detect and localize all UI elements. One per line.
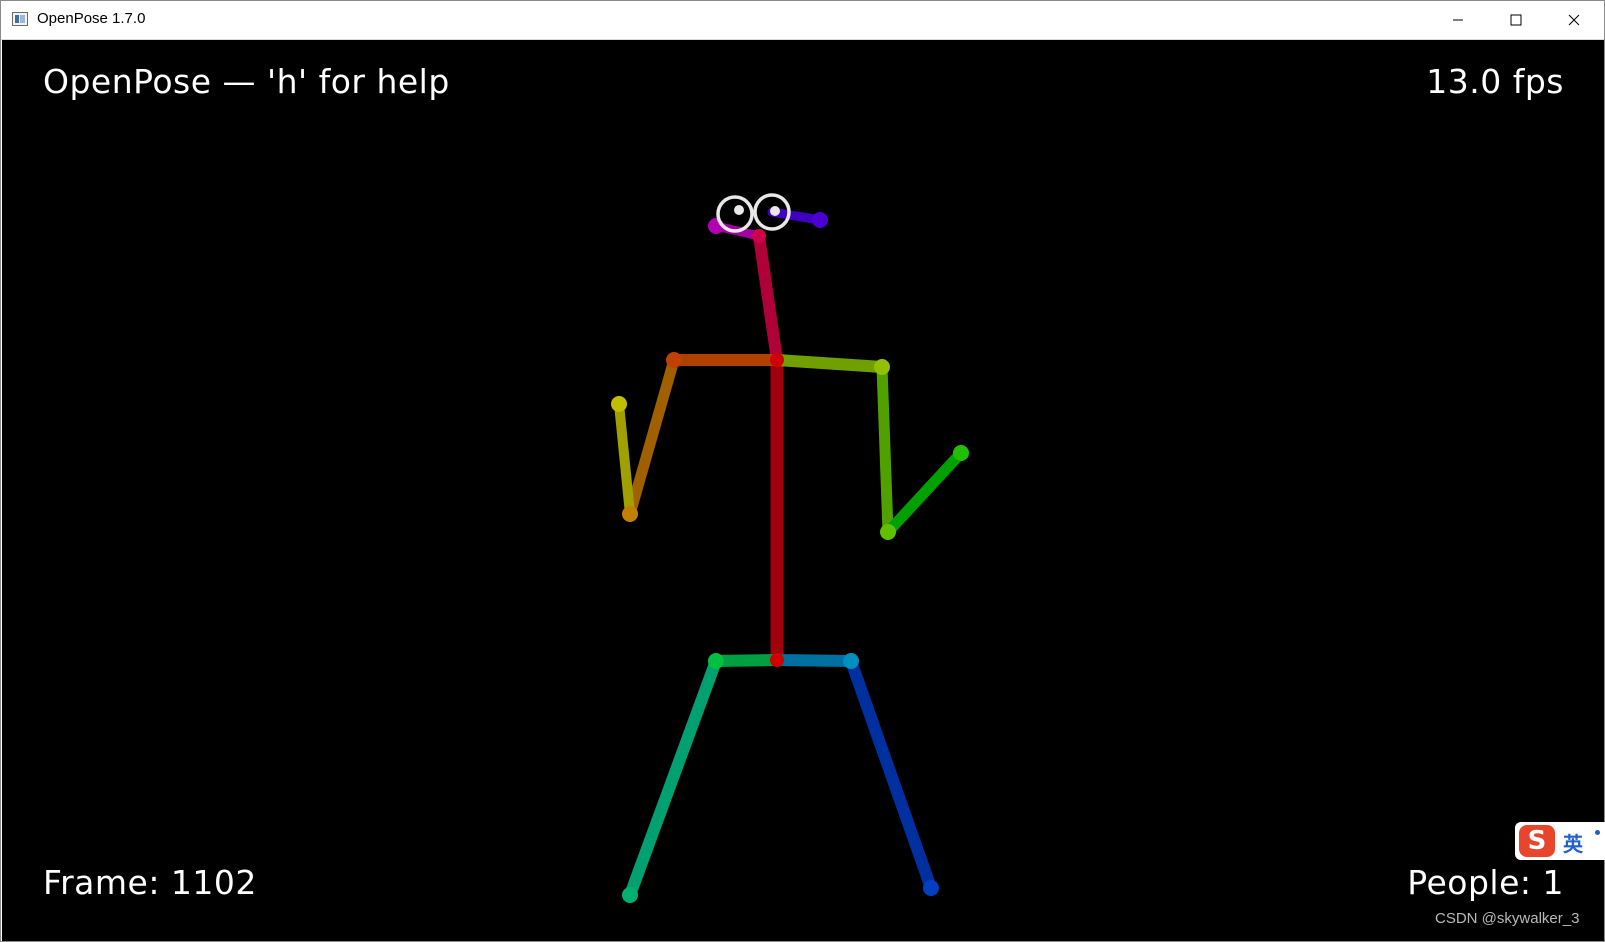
joint-right-wrist [611, 396, 627, 412]
joint-left-knee [923, 880, 939, 896]
pose-skeleton [611, 193, 969, 903]
joint-neck [770, 353, 784, 367]
pose-render-canvas[interactable]: OpenPose — 'h' for help 13.0 fps Frame: … [2, 40, 1604, 941]
help-overlay-text: OpenPose — 'h' for help [43, 62, 450, 101]
sogou-logo-icon: S [1519, 825, 1555, 857]
limb-left-shoulder [771, 354, 888, 373]
minimize-button[interactable] [1429, 1, 1487, 39]
title-bar[interactable]: OpenPose 1.7.0 [1, 1, 1604, 40]
app-window-icon [12, 12, 28, 26]
minimize-icon [1453, 19, 1463, 21]
limb-neck [753, 230, 783, 366]
joint-right-shoulder [666, 352, 682, 368]
joint-left-shoulder [874, 359, 890, 375]
window-title: OpenPose 1.7.0 [37, 10, 146, 27]
joint-right-eye-center [734, 205, 744, 215]
joint-right-hip [708, 653, 724, 669]
joint-right-knee [622, 887, 638, 903]
watermark: CSDN @skywalker_3 [1435, 910, 1580, 927]
limb-right-hip [710, 654, 783, 667]
people-counter: People: 1 [1407, 863, 1564, 902]
joint-mid-hip [770, 653, 784, 667]
limb-right-upper-arm [624, 354, 680, 520]
limb-right-forearm [614, 399, 635, 519]
close-icon [1568, 14, 1580, 26]
ime-status-dot-icon [1595, 830, 1600, 835]
limb-left-forearm [882, 447, 967, 538]
fps-counter: 13.0 fps [1426, 62, 1564, 101]
limb-right-thigh [624, 655, 722, 901]
joint-left-eye-center [770, 206, 780, 216]
limb-left-upper-arm [876, 361, 894, 538]
joint-left-ear [812, 212, 828, 228]
openpose-window: OpenPose 1.7.0 OpenPose — 'h' for help 1… [0, 0, 1605, 942]
ime-toolbar[interactable]: S 英 [1515, 822, 1605, 860]
limb-left-hip [771, 654, 857, 667]
close-button[interactable] [1545, 1, 1603, 39]
joint-left-elbow [880, 524, 896, 540]
joint-right-elbow [622, 506, 638, 522]
frame-counter: Frame: 1102 [43, 863, 257, 902]
maximize-icon [1510, 14, 1522, 26]
maximize-button[interactable] [1487, 1, 1545, 39]
limb-left-thigh [845, 655, 937, 894]
joint-left-hip [843, 653, 859, 669]
ime-language-indicator[interactable]: 英 [1563, 828, 1583, 857]
joint-nose [752, 229, 766, 243]
joint-left-wrist [953, 445, 969, 461]
